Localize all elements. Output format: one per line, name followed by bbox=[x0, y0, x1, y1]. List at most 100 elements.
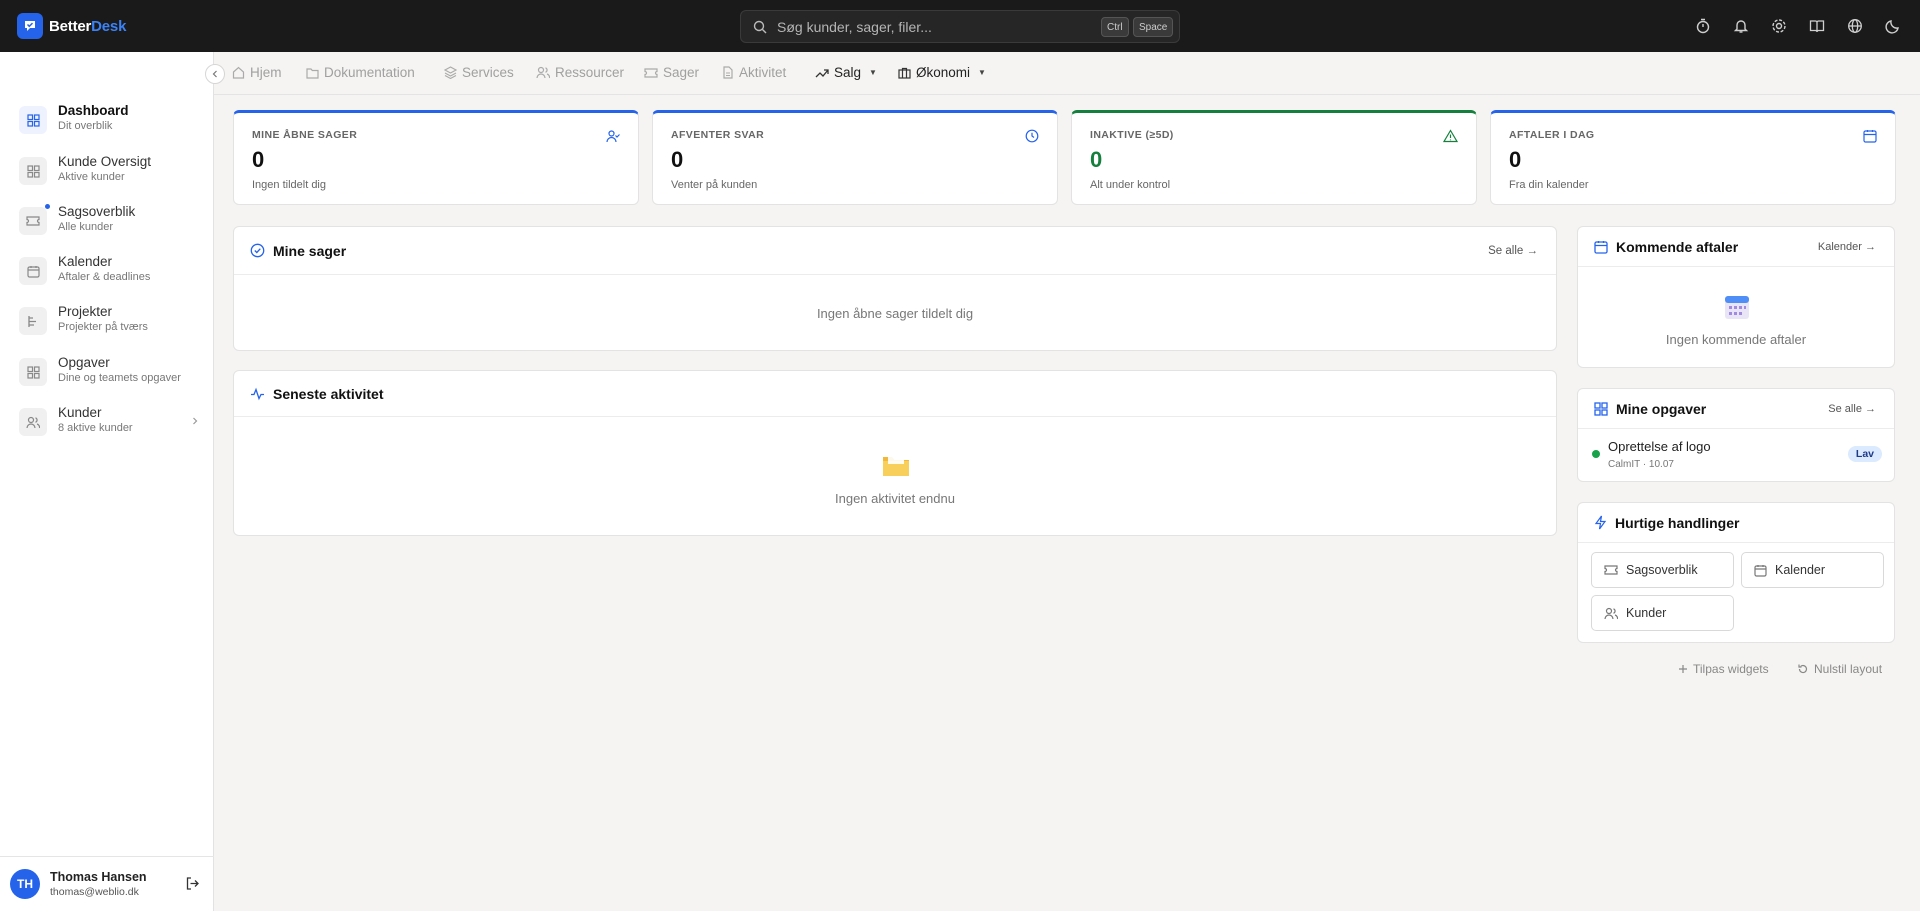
sidebar-item-dashboard[interactable]: Dashboard Dit overblik bbox=[19, 102, 199, 142]
quick-action-label: Sagsoverblik bbox=[1626, 563, 1698, 577]
clock-icon bbox=[1025, 129, 1039, 143]
sidebar-item-title: Dashboard bbox=[58, 103, 129, 118]
top-bar: BetterDesk Ctrl Space bbox=[0, 0, 1920, 52]
tab-label: Sager bbox=[663, 65, 700, 80]
kalender-link[interactable]: Kalender → bbox=[1818, 241, 1876, 253]
tab-ressourcer[interactable]: Ressourcer bbox=[536, 65, 624, 80]
sidebar-item-subtitle: Alle kunder bbox=[58, 221, 114, 233]
sidebar-item-opgaver[interactable]: Opgaver Dine og teamets opgaver bbox=[19, 354, 199, 394]
task-item[interactable]: Oprettelse af logo CalmIT · 10.07 Lav bbox=[1592, 435, 1882, 475]
bell-icon[interactable] bbox=[1732, 14, 1750, 38]
kbd-space: Space bbox=[1133, 17, 1174, 37]
stat-label: MINE ÅBNE SAGER bbox=[252, 129, 358, 141]
calendar-icon bbox=[1594, 240, 1608, 254]
sidebar-item-title: Projekter bbox=[58, 304, 113, 319]
sidebar-item-subtitle: Projekter på tværs bbox=[58, 321, 148, 333]
ticket-icon bbox=[1604, 565, 1618, 575]
empty-state-text: Ingen åbne sager tildelt dig bbox=[816, 306, 974, 321]
home-icon bbox=[232, 66, 245, 79]
empty-state-text: Ingen kommende aftaler bbox=[1665, 332, 1807, 347]
tab-label: Hjem bbox=[250, 65, 282, 80]
globe-icon[interactable] bbox=[1846, 14, 1864, 38]
global-search[interactable]: Ctrl Space bbox=[740, 10, 1180, 43]
check-circle-icon bbox=[250, 243, 265, 258]
stat-subtitle: Venter på kunden bbox=[671, 179, 758, 191]
user-profile[interactable]: TH Thomas Hansen thomas@weblio.dk bbox=[0, 856, 214, 911]
app-logo[interactable]: BetterDesk bbox=[17, 13, 126, 39]
document-icon bbox=[723, 66, 733, 79]
gear-icon[interactable] bbox=[1770, 14, 1788, 38]
tilpas-widgets-button[interactable]: Tilpas widgets bbox=[1678, 662, 1769, 676]
panel-title: Mine sager bbox=[273, 242, 347, 259]
panel-title: Seneste aktivitet bbox=[273, 385, 384, 402]
sidebar-item-title: Kunde Oversigt bbox=[58, 154, 152, 169]
quick-action-sagsoverblik[interactable]: Sagsoverblik bbox=[1591, 552, 1734, 588]
tab-okonomi[interactable]: Økonomi ▼ bbox=[898, 65, 986, 80]
quick-action-kalender[interactable]: Kalender bbox=[1741, 552, 1884, 588]
mine-sager-panel: Mine sager Se alle → Ingen åbne sager ti… bbox=[233, 226, 1557, 351]
sidebar-item-kunder[interactable]: Kunder 8 aktive kunder bbox=[19, 404, 199, 444]
sidebar-item-sagsoverblik[interactable]: Sagsoverblik Alle kunder bbox=[19, 203, 199, 243]
user-check-icon bbox=[606, 129, 620, 143]
avatar: TH bbox=[10, 869, 40, 899]
sidebar-item-kalender[interactable]: Kalender Aftaler & deadlines bbox=[19, 253, 199, 293]
timer-icon[interactable] bbox=[1694, 14, 1712, 38]
sidebar-item-projekter[interactable]: Projekter Projekter på tværs bbox=[19, 303, 199, 343]
logout-icon[interactable] bbox=[185, 876, 200, 891]
folder-icon bbox=[882, 453, 910, 477]
sidebar-item-subtitle: Dine og teamets opgaver bbox=[58, 372, 181, 384]
stat-card-mine-sager[interactable]: MINE ÅBNE SAGER 0 Ingen tildelt dig bbox=[233, 110, 639, 205]
briefcase-icon bbox=[898, 67, 911, 79]
quick-action-kunder[interactable]: Kunder bbox=[1591, 595, 1734, 631]
stat-value: 0 bbox=[252, 147, 265, 172]
panel-title: Hurtige handlinger bbox=[1615, 514, 1740, 531]
task-meta: CalmIT · 10.07 bbox=[1608, 459, 1674, 470]
stat-card-aftaler-i-dag[interactable]: AFTALER I DAG 0 Fra din kalender bbox=[1490, 110, 1896, 205]
empty-state-text: Ingen aktivitet endnu bbox=[835, 491, 955, 506]
tab-salg[interactable]: Salg ▼ bbox=[815, 65, 877, 80]
tab-sager[interactable]: Sager bbox=[644, 65, 699, 80]
kbd-ctrl: Ctrl bbox=[1101, 17, 1129, 37]
ticket-icon bbox=[19, 204, 50, 235]
grid-icon bbox=[19, 358, 47, 386]
nulstil-layout-button[interactable]: Nulstil layout bbox=[1797, 662, 1882, 676]
user-name: Thomas Hansen bbox=[50, 870, 147, 884]
kommende-aftaler-panel: Kommende aftaler Kalender → Ingen kommen… bbox=[1577, 226, 1895, 368]
sidebar-item-kunde-oversigt[interactable]: Kunde Oversigt Aktive kunder bbox=[19, 153, 199, 193]
sidebar: Dashboard Dit overblik Kunde Oversigt Ak… bbox=[0, 52, 214, 911]
logo-text: BetterDesk bbox=[49, 17, 127, 35]
sidebar-collapse-button[interactable] bbox=[205, 64, 225, 84]
notification-dot bbox=[45, 204, 50, 209]
stat-label: AFVENTER SVAR bbox=[671, 129, 765, 141]
stat-card-afventer-svar[interactable]: AFVENTER SVAR 0 Venter på kunden bbox=[652, 110, 1058, 205]
search-input[interactable] bbox=[777, 18, 1077, 35]
seneste-aktivitet-panel: Seneste aktivitet Ingen aktivitet endnu bbox=[233, 370, 1557, 536]
stat-value: 0 bbox=[671, 147, 684, 172]
calendar-icon bbox=[1863, 129, 1877, 143]
tab-label: Dokumentation bbox=[324, 65, 415, 80]
lightning-icon bbox=[1594, 515, 1607, 530]
grid-icon bbox=[19, 106, 47, 134]
moon-icon[interactable] bbox=[1884, 14, 1902, 38]
sidebar-item-subtitle: 8 aktive kunder bbox=[58, 422, 133, 434]
stat-card-inaktive[interactable]: INAKTIVE (≥5D) 0 Alt under kontrol bbox=[1071, 110, 1477, 205]
quick-action-label: Kalender bbox=[1775, 563, 1826, 577]
tab-dokumentation[interactable]: Dokumentation bbox=[306, 65, 415, 80]
search-icon bbox=[753, 20, 767, 34]
tab-services[interactable]: Services bbox=[444, 65, 514, 80]
sidebar-item-title: Opgaver bbox=[58, 355, 110, 370]
stat-value: 0 bbox=[1090, 147, 1103, 172]
panel-title: Mine opgaver bbox=[1616, 400, 1707, 417]
status-dot bbox=[1592, 450, 1600, 458]
tab-hjem[interactable]: Hjem bbox=[232, 65, 282, 80]
see-all-link[interactable]: Se alle → bbox=[1488, 245, 1538, 257]
task-title: Oprettelse af logo bbox=[1608, 439, 1711, 454]
panel-title: Kommende aftaler bbox=[1616, 238, 1739, 255]
tab-aktivitet[interactable]: Aktivitet bbox=[722, 65, 786, 80]
button-label: Tilpas widgets bbox=[1693, 662, 1769, 676]
tab-label: Services bbox=[462, 65, 514, 80]
book-icon[interactable] bbox=[1808, 14, 1826, 38]
see-all-link[interactable]: Se alle → bbox=[1828, 403, 1876, 415]
chevron-right-icon bbox=[191, 416, 199, 426]
calendar-icon bbox=[19, 257, 47, 285]
